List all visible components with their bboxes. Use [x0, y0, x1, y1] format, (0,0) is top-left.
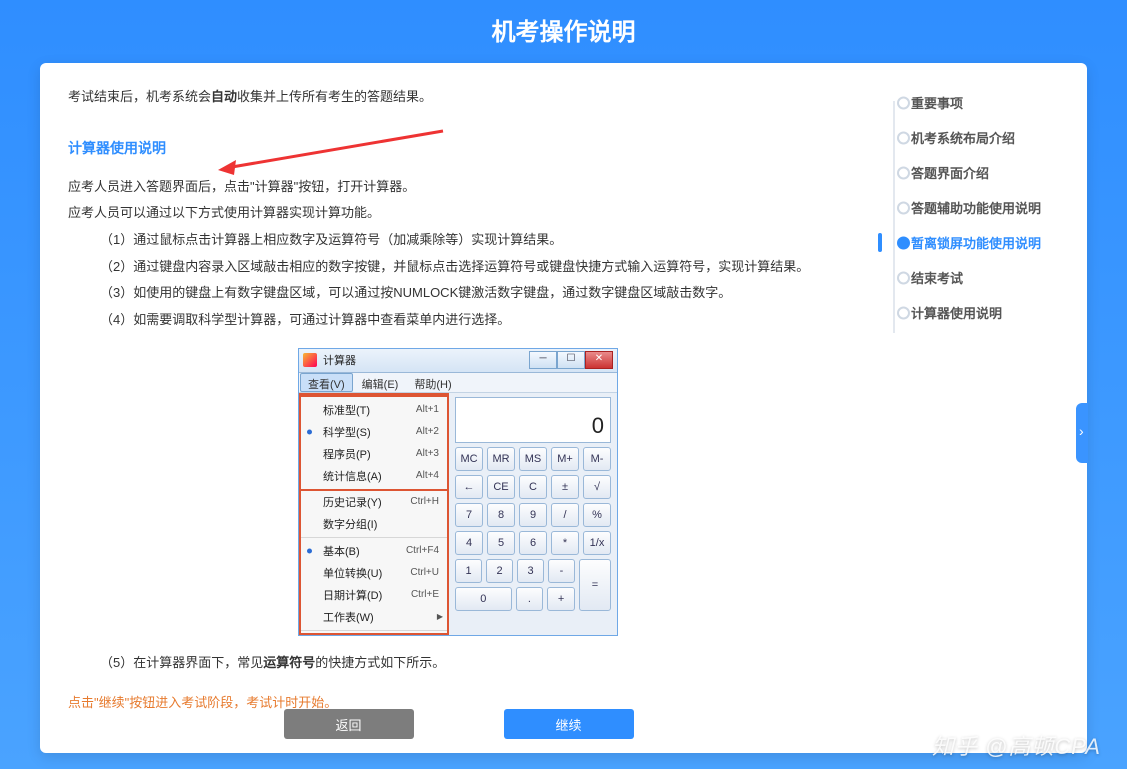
- back-button[interactable]: 返回: [284, 709, 414, 739]
- content-area: 考试结束后，机考系统会自动收集并上传所有考生的答题结果。 计算器使用说明 应考人…: [40, 63, 877, 753]
- view-dropdown: 标准型(T)Alt+1 科学型(S)Alt+2 程序员(P)Alt+3 统计信息…: [299, 393, 449, 635]
- main-panel: 考试结束后，机考系统会自动收集并上传所有考生的答题结果。 计算器使用说明 应考人…: [40, 63, 1087, 753]
- continue-button[interactable]: 继续: [504, 709, 634, 739]
- nav-item-answer-ui[interactable]: 答题界面介绍: [887, 155, 1073, 190]
- calc-key: MC: [455, 447, 483, 471]
- intro-text: 考试结束后，机考系统会自动收集并上传所有考生的答题结果。: [68, 85, 849, 110]
- calc-titlebar: 计算器 ─ ☐ ✕: [299, 349, 617, 373]
- sidebar-toggle-icon[interactable]: [1076, 403, 1088, 463]
- nav-item-important[interactable]: 重要事项: [887, 85, 1073, 120]
- close-icon: ✕: [585, 351, 613, 369]
- calculator-icon: [303, 353, 317, 367]
- calculator-screenshot: 计算器 ─ ☐ ✕ 查看(V) 编辑(E) 帮助(H) 标准型(T)Alt+: [298, 348, 849, 636]
- nav-item-aux[interactable]: 答题辅助功能使用说明: [887, 190, 1073, 225]
- page-title: 机考操作说明: [0, 0, 1127, 63]
- minimize-icon: ─: [529, 351, 557, 369]
- annotation-arrow-icon: [218, 128, 448, 178]
- bullet-5: （5）在计算器界面下，常见运算符号的快捷方式如下所示。: [68, 650, 849, 677]
- nav-item-lockscreen[interactable]: 暂离锁屏功能使用说明: [887, 225, 1073, 260]
- calc-menubar: 查看(V) 编辑(E) 帮助(H): [299, 373, 617, 393]
- nav-item-calculator[interactable]: 计算器使用说明: [887, 295, 1073, 330]
- nav-item-end-exam[interactable]: 结束考试: [887, 260, 1073, 295]
- maximize-icon: ☐: [557, 351, 585, 369]
- sidebar-nav: 重要事项 机考系统布局介绍 答题界面介绍 答题辅助功能使用说明 暂离锁屏功能使用…: [877, 63, 1087, 753]
- body-text: 应考人员进入答题界面后，点击"计算器"按钮，打开计算器。 应考人员可以通过以下方…: [68, 174, 849, 334]
- section-title: 计算器使用说明: [68, 138, 166, 158]
- calc-display: 0: [455, 397, 611, 443]
- footer-buttons: 返回 继续: [40, 709, 877, 739]
- nav-item-layout[interactable]: 机考系统布局介绍: [887, 120, 1073, 155]
